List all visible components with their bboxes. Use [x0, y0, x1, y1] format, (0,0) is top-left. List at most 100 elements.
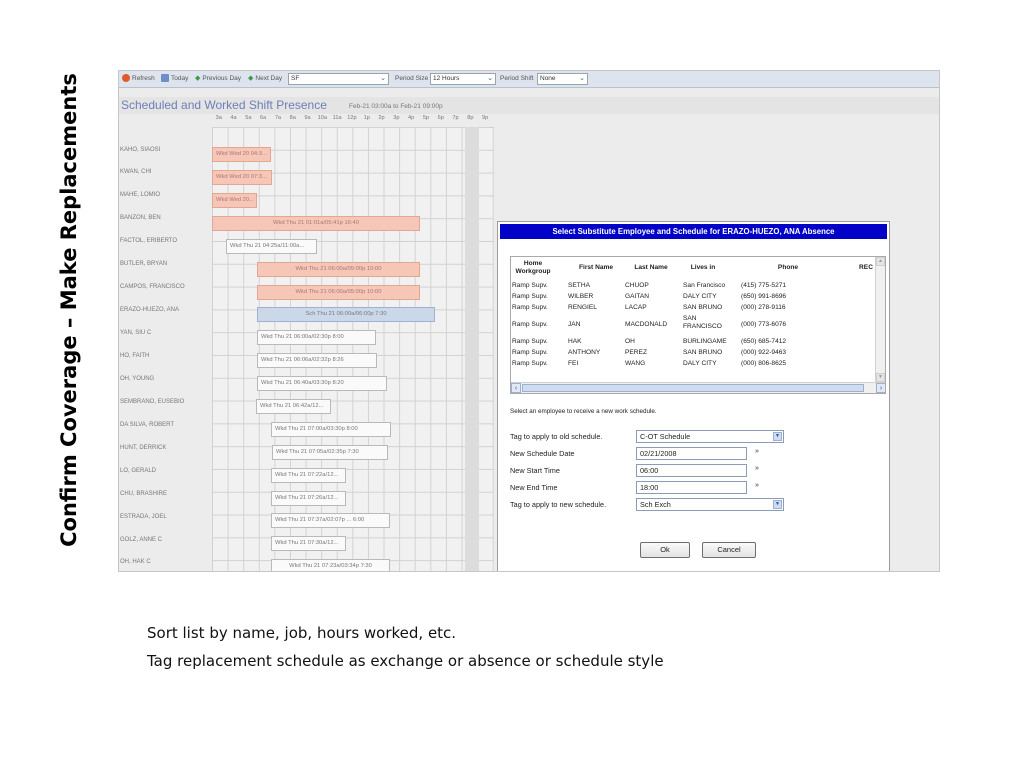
- old-tag-select[interactable]: C-OT Schedule ▼: [636, 430, 784, 443]
- shift-bar[interactable]: Wkd Thu 21 07:37a/02:07p ... 6:00: [271, 513, 390, 528]
- table-horizontal-scrollbar[interactable]: ‹ ›: [511, 382, 885, 393]
- substitute-dialog: Select Substitute Employee and Schedule …: [497, 221, 890, 571]
- shift-bar[interactable]: Wkd Wed 20...: [212, 193, 257, 208]
- start-time-input[interactable]: 06:00: [636, 464, 747, 477]
- hour-label: 4a: [230, 115, 237, 121]
- scroll-left-icon[interactable]: ‹: [511, 383, 521, 393]
- column-header-lives-in[interactable]: Lives in: [678, 264, 728, 272]
- shift-bar[interactable]: Wkd Thu 21 07:30a/12...: [271, 536, 346, 551]
- cell-first-name: RENGIEL: [568, 304, 597, 311]
- shift-bar[interactable]: Wkd Thu 21 06:06a/02:32p 8:26: [257, 353, 377, 368]
- expand-icon[interactable]: »: [755, 448, 759, 455]
- employee-name[interactable]: HUNT, DERRICK: [120, 445, 166, 451]
- employee-name[interactable]: OH, YOUNG: [120, 376, 154, 382]
- today-button[interactable]: Today: [161, 74, 188, 82]
- new-tag-select[interactable]: Sch Exch ▼: [636, 498, 784, 511]
- shift-bar[interactable]: Wkd Thu 21 07:23a/03:34p 7:30: [271, 559, 390, 571]
- previous-day-button[interactable]: ◆ Previous Day: [195, 74, 241, 83]
- cell-phone: (000) 773-6076: [741, 321, 787, 328]
- employee-name[interactable]: GOLZ, ANNE C: [120, 537, 162, 543]
- hour-label: 4p: [408, 115, 415, 121]
- cell-last-name: GAITAN: [625, 293, 650, 300]
- column-header-phone[interactable]: Phone: [763, 264, 813, 272]
- hour-label: 8a: [289, 115, 296, 121]
- shift-bar[interactable]: Wkd Thu 21 06:00a/05:00p 10:00: [257, 285, 420, 300]
- shift-bar[interactable]: Wkd Thu 21 06:40a/03:30p 8:20: [257, 376, 387, 391]
- cancel-button[interactable]: Cancel: [702, 542, 756, 558]
- employee-name[interactable]: BANZON, BEN: [120, 215, 161, 221]
- employee-name[interactable]: YAN, SIU C: [120, 330, 151, 336]
- scroll-right-icon[interactable]: ›: [876, 383, 885, 393]
- employee-name[interactable]: HO, FAITH: [120, 353, 149, 359]
- employee-name[interactable]: MAHE, LOMIO: [120, 192, 160, 198]
- shift-bar[interactable]: Wkd Wed 20 04:3...: [212, 147, 271, 162]
- cell-phone: (000) 278-9116: [741, 304, 786, 311]
- cell-lives-in: DALY CITY: [683, 293, 717, 300]
- cell-phone: (650) 685-7412: [741, 338, 787, 345]
- shift-bar[interactable]: Wkd Thu 21 07:05a/02:35p 7:30: [272, 445, 388, 460]
- cell-phone: (000) 922-9463: [741, 349, 787, 356]
- location-select[interactable]: SF ⌄: [288, 73, 389, 85]
- employee-name[interactable]: CHU, BRASHIRE: [120, 491, 167, 497]
- schedule-title: Scheduled and Worked Shift Presence: [121, 98, 327, 112]
- period-size-select[interactable]: 12 Hours ⌄: [430, 73, 496, 85]
- arrow-right-icon: ◆: [248, 75, 254, 82]
- employee-name[interactable]: ESTRADA, JOEL: [120, 514, 167, 520]
- hour-label: 9p: [482, 115, 489, 121]
- shift-bar[interactable]: Wkd Thu 21 01:01a/05:41p 16:40: [212, 216, 420, 231]
- employee-name[interactable]: DA SILVA, ROBERT: [120, 422, 174, 428]
- new-tag-label: Tag to apply to new schedule.: [510, 500, 607, 509]
- table-vertical-scrollbar[interactable]: ▲ ▼: [875, 257, 885, 382]
- column-header-home-workgroup[interactable]: Home Workgroup: [513, 260, 553, 276]
- shift-bar[interactable]: Wkd Wed 20 07:3...: [212, 170, 272, 185]
- refresh-button[interactable]: Refresh: [122, 74, 155, 82]
- substitute-table: Home Workgroup First Name Last Name Live…: [510, 256, 886, 394]
- employee-name[interactable]: ERAZO-HUEZO, ANA: [120, 307, 179, 313]
- expand-icon[interactable]: »: [755, 465, 759, 472]
- scroll-up-icon[interactable]: ▲: [876, 257, 885, 266]
- shift-bar[interactable]: Sch Thu 21 06:00a/06:00p 7:30: [257, 307, 435, 322]
- calendar-icon: [161, 74, 169, 82]
- cell-first-name: SETHA: [568, 282, 590, 289]
- ok-button[interactable]: Ok: [640, 542, 690, 558]
- shift-bar[interactable]: Wkd Thu 21 07:00a/03:30p 8:00: [271, 422, 391, 437]
- new-date-input[interactable]: 02/21/2008: [636, 447, 747, 460]
- column-header-last-name[interactable]: Last Name: [626, 264, 676, 272]
- current-hour-column: [465, 127, 479, 571]
- employee-name[interactable]: KAHO, SIAOSI: [120, 147, 160, 153]
- employee-name[interactable]: LO, GERALD: [120, 468, 156, 474]
- employee-name[interactable]: FACTOL, ERIBERTO: [120, 238, 177, 244]
- hour-label: 3p: [393, 115, 400, 121]
- employee-name[interactable]: OH, HAK C: [120, 559, 151, 565]
- employee-name[interactable]: BUTLER, BRYAN: [120, 261, 167, 267]
- scroll-thumb[interactable]: [522, 384, 864, 392]
- hour-label: 6a: [260, 115, 267, 121]
- chevron-down-icon: ⌄: [579, 75, 585, 82]
- cell-last-name: OH: [625, 338, 635, 345]
- hour-label: 6p: [437, 115, 444, 121]
- shift-bar[interactable]: Wkd Thu 21 06:42a/12...: [256, 399, 331, 414]
- expand-icon[interactable]: »: [755, 482, 759, 489]
- column-header-first-name[interactable]: First Name: [571, 264, 621, 272]
- end-time-input[interactable]: 18:00: [636, 481, 747, 494]
- hour-label: 3a: [215, 115, 222, 121]
- shift-bar[interactable]: Wkd Thu 21 06:00a/05:00p 10:00: [257, 262, 420, 277]
- shift-bar[interactable]: Wkd Thu 21 07:22a/12...: [271, 468, 346, 483]
- employee-name[interactable]: KWAN, CHI: [120, 169, 151, 175]
- cell-first-name: ANTHONY: [568, 349, 601, 356]
- cell-lives-in: SAN BRUNO: [683, 304, 723, 311]
- employee-name[interactable]: SEMBRANO, EUSEBIO: [120, 399, 184, 405]
- scroll-down-icon[interactable]: ▼: [876, 373, 885, 382]
- next-day-button[interactable]: ◆ Next Day: [248, 74, 282, 83]
- shift-bar[interactable]: Wkd Thu 21 07:26a/12...: [271, 491, 346, 506]
- period-shift-select[interactable]: None ⌄: [537, 73, 588, 85]
- toolbar: Refresh Today ◆ Previous Day ◆ Next Day …: [119, 71, 939, 88]
- employee-name[interactable]: CAMPOS, FRANCISCO: [120, 284, 185, 290]
- cell-workgroup: Ramp Supv.: [512, 360, 548, 367]
- shift-bar[interactable]: Wkd Thu 21 06:00a/02:30p 8:00: [257, 330, 376, 345]
- cell-lives-in: SAN FRANCISCO: [683, 315, 722, 330]
- period-size-label: Period Size: [395, 75, 429, 82]
- shift-bar[interactable]: Wkd Thu 21 04:25a/11:00a...: [226, 239, 317, 254]
- app-screenshot: Refresh Today ◆ Previous Day ◆ Next Day …: [118, 70, 940, 572]
- slide-title-container: Confirm Coverage – Make Replacements: [38, 70, 100, 550]
